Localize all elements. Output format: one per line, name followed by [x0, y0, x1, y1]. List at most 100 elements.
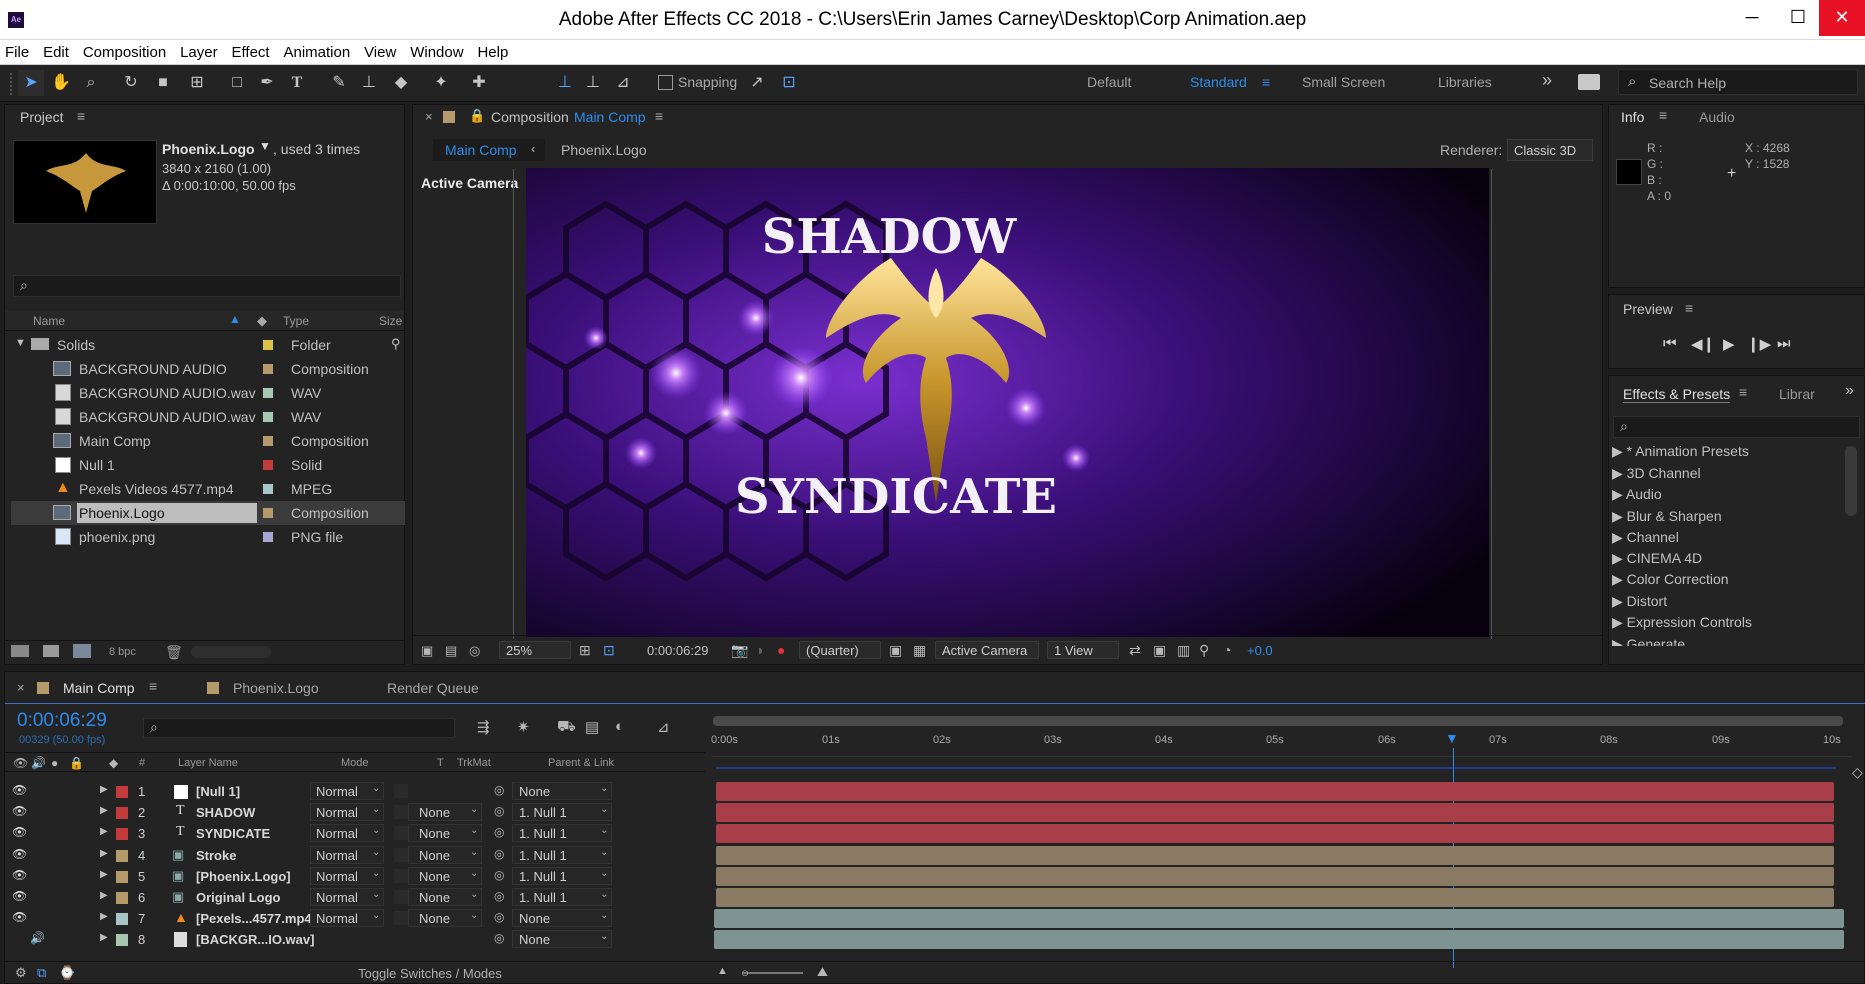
layer-duration-bar[interactable] — [716, 888, 1834, 907]
preserve-transparency-box[interactable] — [394, 805, 408, 819]
layer-label-swatch[interactable] — [116, 786, 128, 798]
view-layout-dropdown[interactable]: 1 View — [1047, 641, 1119, 659]
bit-depth-button[interactable]: 8 bpc — [109, 646, 136, 658]
motion-blur-icon[interactable]: ◐ — [615, 718, 624, 735]
search-help-input[interactable]: ⌕ Search Help — [1618, 69, 1858, 95]
label-swatch[interactable] — [263, 436, 273, 446]
layer-label-swatch[interactable] — [116, 850, 128, 862]
layer-name[interactable]: [Null 1] — [196, 784, 240, 799]
menu-layer[interactable]: Layer — [175, 40, 223, 65]
transparency-grid-icon[interactable]: ▦ — [913, 642, 926, 659]
vr-preview-icon[interactable]: ▤ — [445, 643, 457, 659]
effects-item[interactable]: ▶ Color Correction — [1612, 571, 1729, 588]
project-item-main-comp[interactable]: Main Comp Composition — [11, 429, 405, 453]
selection-tool-icon[interactable]: ➤ — [18, 70, 44, 96]
layer-name[interactable]: Stroke — [196, 848, 236, 863]
menu-window[interactable]: Window — [405, 40, 468, 65]
timeline-current-time[interactable]: 0:00:06:29 — [17, 710, 107, 732]
zoom-tool-icon[interactable]: ⌕ — [78, 70, 104, 96]
preserve-transparency-box[interactable] — [394, 890, 408, 904]
timeline-layer-row[interactable]: 👁 ▶ 6 ▣ Original Logo Normal ⌄ None ⌄ ◎ 1. Null 1 ⌄ — [8, 887, 708, 908]
preserve-transparency-box[interactable] — [394, 869, 408, 883]
workspace-overflow-icon[interactable]: » — [1542, 70, 1552, 91]
expand-layer-icon[interactable]: ▶ — [100, 869, 108, 880]
play-icon[interactable]: ▶ — [1723, 335, 1735, 353]
menu-view[interactable]: View — [359, 40, 401, 65]
pick-whip-icon[interactable]: ◎ — [494, 931, 504, 945]
project-item-phoenix-png[interactable]: phoenix.png PNG file — [11, 525, 405, 549]
zoom-slider-handle[interactable]: ○ — [741, 965, 749, 980]
timeline-layer-row[interactable]: 👁 ▶ 7 ▲ [Pexels...4577.mp4] Normal ⌄ None ⌄ ◎ None… — [8, 908, 708, 929]
snapping-checkbox[interactable] — [658, 75, 673, 90]
layer-label-swatch[interactable] — [116, 871, 128, 883]
column-layer-name[interactable]: Layer Name — [178, 757, 238, 769]
label-swatch[interactable] — [263, 460, 273, 470]
breadcrumb-main-comp[interactable]: Main Comp ‹ — [433, 139, 545, 161]
panel-menu-icon[interactable]: ≡ — [1685, 300, 1693, 316]
workspace-small-screen[interactable]: Small Screen — [1302, 74, 1385, 90]
panel-menu-icon[interactable]: ≡ — [1659, 107, 1667, 123]
keyboard-shortcuts-icon[interactable] — [1578, 74, 1600, 90]
layer-name[interactable]: [Pexels...4577.mp4] — [196, 911, 316, 926]
visibility-eye-icon[interactable]: 👁 — [12, 783, 27, 797]
label-swatch[interactable] — [263, 388, 273, 398]
pick-whip-icon[interactable]: ◎ — [494, 868, 504, 882]
tab-audio[interactable]: Audio — [1699, 109, 1735, 125]
new-composition-icon[interactable] — [73, 644, 91, 658]
next-frame-icon[interactable]: ❙▶ — [1747, 335, 1771, 353]
label-swatch[interactable] — [263, 364, 273, 374]
layer-label-swatch[interactable] — [116, 828, 128, 840]
puppet-tool-icon[interactable]: ✚ — [466, 70, 492, 96]
project-item-background-audio-wav[interactable]: BACKGROUND AUDIO.wav WAV — [11, 381, 405, 405]
frame-blending-icon[interactable]: ▤ — [585, 718, 599, 736]
expand-layer-switches-icon[interactable]: ⚙ — [15, 965, 27, 981]
timeline-layer-row[interactable]: 👁 ▶ 5 ▣ [Phoenix.Logo] Normal ⌄ None ⌄ ◎ 1. Null 1… — [8, 866, 708, 887]
pick-whip-icon[interactable]: ◎ — [494, 804, 504, 818]
layer-duration-bar[interactable] — [716, 803, 1834, 822]
rotation-tool-icon[interactable]: ↻ — [118, 70, 144, 96]
expand-layer-icon[interactable]: ▶ — [100, 890, 108, 901]
fast-draft-icon[interactable]: ▣ — [1153, 642, 1166, 659]
effects-item[interactable]: ▶ Generate — [1612, 636, 1685, 646]
expand-layer-icon[interactable]: ▶ — [100, 932, 108, 943]
timeline-tab-render-queue[interactable]: Render Queue — [387, 680, 479, 696]
preserve-transparency-box[interactable] — [394, 826, 408, 840]
effects-item[interactable]: ▶ Distort — [1612, 593, 1667, 610]
pick-whip-icon[interactable]: ◎ — [494, 825, 504, 839]
layer-name[interactable]: SHADOW — [196, 805, 255, 820]
column-size[interactable]: Size — [379, 314, 402, 328]
column-name[interactable]: Name — [33, 314, 65, 328]
layer-label-swatch[interactable] — [116, 934, 128, 946]
label-swatch[interactable] — [263, 532, 273, 542]
timeline-layer-row[interactable]: 🔊 ▶ 8 [BACKGR...IO.wav] ◎ None ⌄ — [8, 929, 708, 950]
label-column-icon[interactable]: ◆ — [257, 313, 267, 329]
rectangle-tool-icon[interactable]: □ — [224, 70, 250, 96]
interpret-footage-icon[interactable] — [11, 645, 29, 657]
composition-viewer[interactable]: SHADOW SYNDICATE — [526, 168, 1489, 637]
show-snapshot-icon[interactable]: ◑ — [755, 642, 763, 658]
zoom-slider-track[interactable] — [743, 972, 803, 974]
local-axis-mode-icon[interactable]: ⊥ — [552, 70, 578, 96]
timeline-layer-row[interactable]: 👁 ▶ 3 T SYNDICATE Normal ⌄ None ⌄ ◎ 1. Null 1 ⌄ — [8, 823, 708, 844]
label-swatch[interactable] — [263, 484, 273, 494]
parent-link-dropdown[interactable]: 1. Null 1 — [512, 803, 612, 821]
layer-name[interactable]: SYNDICATE — [196, 826, 270, 841]
draft-3d-icon[interactable]: ✷ — [517, 718, 530, 736]
region-of-interest-icon[interactable]: ⊡ — [603, 642, 615, 659]
effects-item[interactable]: ▶ * Animation Presets — [1612, 443, 1749, 460]
timeline-layer-row[interactable]: 👁 ▶ 1 [Null 1] Normal ⌄ ◎ None ⌄ — [8, 781, 708, 802]
exposure-value[interactable]: +0.0 — [1247, 643, 1273, 658]
timeline-layer-row[interactable]: 👁 ▶ 4 ▣ Stroke Normal ⌄ None ⌄ ◎ 1. Null 1 ⌄ — [8, 845, 708, 866]
snapshot-icon[interactable]: 📷 — [731, 642, 748, 659]
layer-search-input[interactable]: ⌕ — [143, 718, 455, 738]
timeline-tab-main-comp[interactable]: Main Comp — [63, 680, 135, 696]
trash-icon[interactable]: 🗑 — [165, 644, 183, 661]
workspace-default[interactable]: Default — [1087, 74, 1131, 90]
project-item-null-1[interactable]: Null 1 Solid — [11, 453, 405, 477]
usage-dropdown-icon[interactable]: ▼ — [259, 139, 271, 153]
layer-duration-bar[interactable] — [716, 782, 1834, 801]
menu-effect[interactable]: Effect — [227, 40, 275, 65]
expand-layer-icon[interactable]: ▶ — [100, 911, 108, 922]
flowchart-icon[interactable]: ⚲ — [1199, 642, 1209, 659]
expand-layer-icon[interactable]: ▶ — [100, 826, 108, 837]
